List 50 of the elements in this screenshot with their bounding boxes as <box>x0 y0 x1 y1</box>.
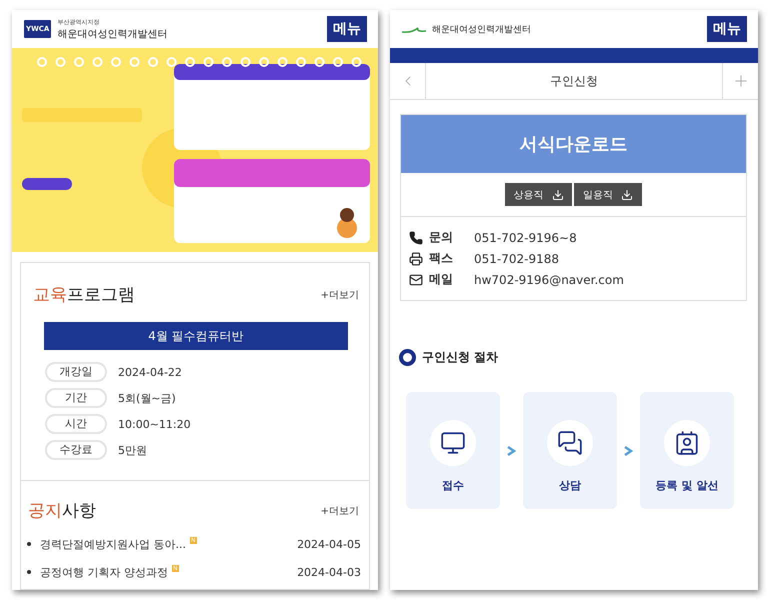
notice-date: 2024-04-05 <box>297 538 361 550</box>
form-title: 서식다운로드 <box>401 115 746 173</box>
section-title: 교육프로그램 <box>33 284 135 306</box>
detail-value: 10:00~11:20 <box>118 418 191 430</box>
menu-button[interactable]: 메뉴 <box>707 16 747 42</box>
section-title: 공지사항 <box>28 500 96 522</box>
step-label: 상담 <box>559 478 581 493</box>
detail-value: 5회(월~금) <box>118 390 176 406</box>
mail-icon <box>409 272 423 286</box>
notice-link[interactable]: 경력단절예방지원사업 동아... <box>40 536 186 552</box>
program-button[interactable]: 4월 필수컴퓨터반 <box>44 322 348 350</box>
add-button[interactable] <box>722 63 758 99</box>
menu-button[interactable]: 메뉴 <box>327 16 367 42</box>
detail-label: 기간 <box>45 388 107 408</box>
bullet-icon <box>27 570 31 574</box>
contact-label: 문의 <box>429 229 454 246</box>
chevron-icon <box>624 446 633 456</box>
monitor-icon <box>440 430 466 456</box>
section-title: 구인신청 절차 <box>422 349 498 366</box>
contact-value: hw702-9196@naver.com <box>474 272 624 286</box>
printer-icon <box>409 252 423 266</box>
page-title: 구인신청 <box>549 72 599 90</box>
detail-value: 5만원 <box>118 442 147 458</box>
detail-label: 수강료 <box>45 440 107 460</box>
phone-icon <box>409 230 423 244</box>
contact-label: 메일 <box>429 271 454 288</box>
contact-value: 051-702-9196~8 <box>474 230 577 244</box>
detail-label: 개강일 <box>45 362 107 382</box>
id-card-icon <box>674 430 700 456</box>
chevron-icon <box>507 446 516 456</box>
more-link[interactable]: +더보기 <box>320 504 359 518</box>
bullet-icon <box>27 542 31 546</box>
download-button[interactable]: 일용직 <box>574 183 642 206</box>
site-title: 해운대여성인력개발센터 <box>57 28 168 40</box>
download-button[interactable]: 상용직 <box>505 183 572 206</box>
contact-label: 팩스 <box>429 250 454 267</box>
notice-date: 2024-04-03 <box>297 566 361 578</box>
detail-value: 2024-04-22 <box>118 366 182 378</box>
step-label: 등록 및 알선 <box>656 478 718 493</box>
detail-label: 시간 <box>45 414 107 434</box>
download-icon <box>552 188 564 200</box>
contact-value: 051-702-9188 <box>474 252 560 266</box>
site-title: 해운대여성인력개발센터 <box>432 24 531 36</box>
step-label: 접수 <box>442 478 464 493</box>
more-link[interactable]: +더보기 <box>320 288 359 302</box>
back-button[interactable] <box>390 63 426 99</box>
chat-icon <box>557 430 583 456</box>
download-icon <box>621 188 633 200</box>
notice-link[interactable]: 공정여행 기획자 양성과정 <box>40 564 168 580</box>
ring-icon <box>399 349 416 366</box>
